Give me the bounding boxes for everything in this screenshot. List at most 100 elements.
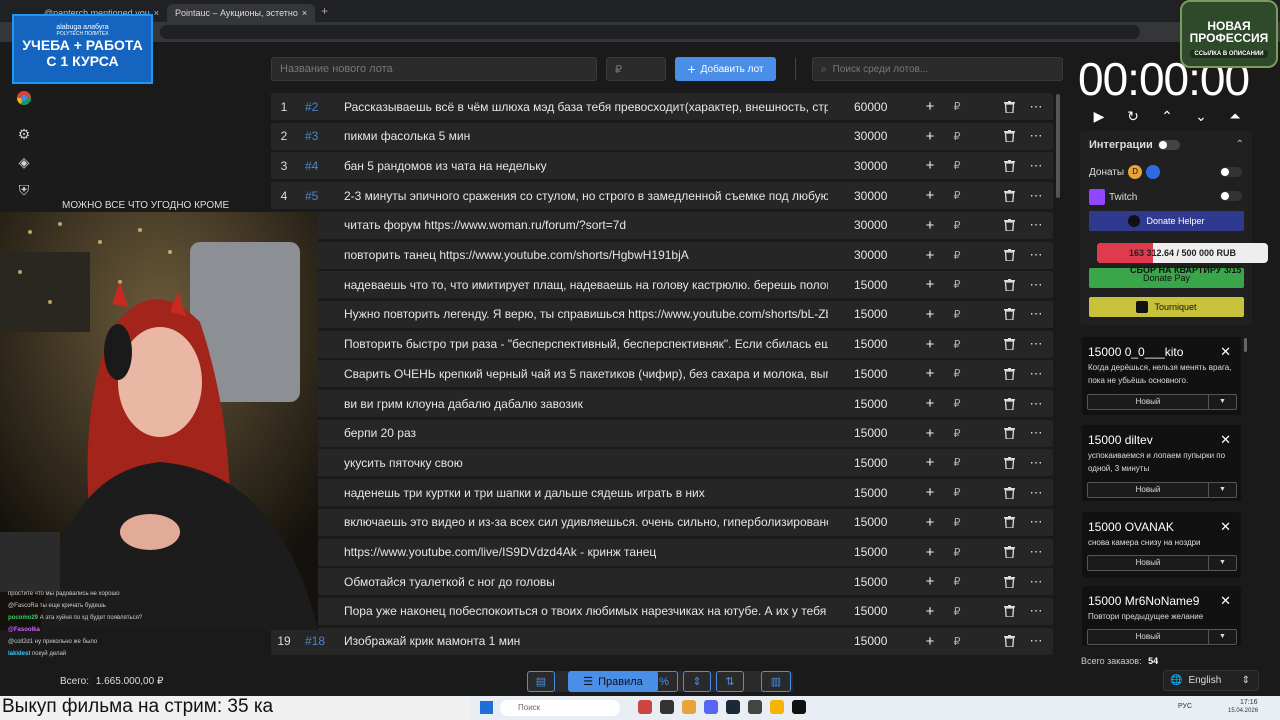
lot-amount[interactable]: 15000 bbox=[828, 486, 898, 500]
close-icon[interactable]: × bbox=[154, 8, 159, 18]
ruble-icon[interactable]: ₽ bbox=[951, 159, 963, 172]
integrations-toggle[interactable] bbox=[1158, 140, 1180, 150]
more-icon[interactable]: ⋯ bbox=[1029, 396, 1043, 412]
ruble-icon[interactable]: ₽ bbox=[951, 367, 963, 380]
layers-icon[interactable]: ◈ bbox=[14, 152, 34, 172]
more-icon[interactable]: ⋯ bbox=[1029, 603, 1043, 619]
lot-amount[interactable]: 15000 bbox=[828, 515, 898, 529]
lot-title[interactable]: пикми фасолька 5 мин bbox=[344, 129, 828, 143]
lot-amount[interactable]: 30000 bbox=[828, 248, 898, 262]
lot-amount[interactable]: 30000 bbox=[828, 129, 898, 143]
plus-icon[interactable]: + bbox=[923, 98, 937, 115]
more-icon[interactable]: ⋯ bbox=[1029, 574, 1043, 590]
ruble-icon[interactable]: ₽ bbox=[951, 456, 963, 469]
ruble-icon[interactable]: ₽ bbox=[951, 338, 963, 351]
lot-amount[interactable]: 15000 bbox=[828, 337, 898, 351]
lot-row[interactable]: 2укусить пяточку свою15000+₽⋯ bbox=[271, 449, 1053, 477]
plus-icon[interactable]: + bbox=[923, 573, 937, 590]
trash-icon[interactable] bbox=[1002, 219, 1016, 232]
more-icon[interactable]: ⋯ bbox=[1029, 633, 1043, 649]
lot-title[interactable]: включаешь это видео и из-за всех сил уди… bbox=[344, 515, 828, 529]
delete-all-icon[interactable]: ▥ bbox=[761, 671, 791, 692]
more-icon[interactable]: ⋯ bbox=[1029, 544, 1043, 560]
lot-amount[interactable]: 30000 bbox=[828, 218, 898, 232]
play-icon[interactable]: ▶ bbox=[1089, 106, 1109, 126]
lot-number[interactable]: #3 bbox=[297, 129, 344, 143]
lot-amount[interactable]: 15000 bbox=[828, 307, 898, 321]
app-icon[interactable] bbox=[704, 700, 718, 714]
plus-icon[interactable]: + bbox=[923, 306, 937, 323]
plus-icon[interactable]: + bbox=[923, 128, 937, 145]
lot-row[interactable]: 6Обмотайся туалеткой с ног до головы1500… bbox=[271, 568, 1053, 596]
trash-icon[interactable] bbox=[1002, 546, 1016, 558]
chevron-down-icon[interactable]: ▼ bbox=[1208, 483, 1236, 497]
lot-search-input[interactable]: ⌕ Поиск среди лотов... bbox=[812, 57, 1063, 81]
lot-amount[interactable]: 15000 bbox=[828, 426, 898, 440]
lot-title[interactable]: берпи 20 раз bbox=[344, 426, 828, 440]
close-icon[interactable]: × bbox=[302, 8, 307, 18]
ruble-icon[interactable]: ₽ bbox=[951, 575, 963, 588]
lot-row[interactable]: 04читать форум https://www.woman.ru/foru… bbox=[271, 211, 1053, 239]
lot-amount[interactable]: 15000 bbox=[828, 545, 898, 559]
trash-icon[interactable] bbox=[1002, 249, 1016, 261]
app-icon[interactable] bbox=[660, 700, 674, 714]
app-icon[interactable] bbox=[792, 700, 806, 714]
lot-row[interactable]: Повторить быстро три раза - "бесперспект… bbox=[271, 330, 1053, 358]
lot-number[interactable]: #18 bbox=[297, 634, 344, 648]
trash-icon[interactable] bbox=[1002, 427, 1016, 440]
chevron-down-icon[interactable]: ▼ bbox=[1208, 556, 1236, 570]
plus-icon[interactable]: + bbox=[923, 425, 937, 442]
lot-title[interactable]: https://www.youtube.com/live/IS9DVdzd4Ak… bbox=[344, 545, 828, 559]
app-icon[interactable] bbox=[770, 700, 784, 714]
trash-icon[interactable] bbox=[1002, 278, 1016, 291]
gear-icon[interactable]: ⚙ bbox=[14, 124, 34, 144]
plus-icon[interactable]: + bbox=[923, 217, 937, 234]
ruble-icon[interactable]: ₽ bbox=[951, 249, 963, 262]
trash-icon[interactable] bbox=[1002, 605, 1016, 618]
plus-icon[interactable]: + bbox=[923, 603, 937, 620]
double-chevron-up-icon[interactable]: ⏶ bbox=[1225, 106, 1245, 126]
app-icon[interactable] bbox=[726, 700, 740, 714]
order-status-select[interactable]: Новый ▼ bbox=[1087, 482, 1237, 498]
new-tab-icon[interactable]: + bbox=[321, 4, 328, 18]
chevron-down-icon[interactable]: ▼ bbox=[1208, 395, 1236, 409]
percent-icon[interactable]: % bbox=[650, 671, 678, 692]
trash-icon[interactable] bbox=[1002, 338, 1016, 351]
trash-icon[interactable] bbox=[1002, 367, 1016, 380]
lot-amount[interactable]: 15000 bbox=[828, 634, 898, 648]
order-status-select[interactable]: Новый ▼ bbox=[1087, 394, 1237, 410]
plus-icon[interactable]: + bbox=[923, 336, 937, 353]
chat-username[interactable]: lakidest bbox=[8, 651, 30, 657]
orders-scrollbar[interactable] bbox=[1244, 338, 1247, 352]
lot-title[interactable]: укусить пяточку свою bbox=[344, 456, 828, 470]
app-icon[interactable] bbox=[638, 700, 652, 714]
trash-icon[interactable] bbox=[1002, 456, 1016, 469]
lot-number[interactable]: #5 bbox=[297, 189, 344, 203]
ruble-icon[interactable]: ₽ bbox=[951, 605, 963, 618]
lot-title[interactable]: Обмотайся туалеткой с ног до головы bbox=[344, 575, 828, 589]
ruble-icon[interactable]: ₽ bbox=[951, 635, 963, 648]
ruble-icon[interactable]: ₽ bbox=[951, 516, 963, 529]
more-icon[interactable]: ⋯ bbox=[1029, 306, 1043, 322]
lot-title[interactable]: Нужно повторить легенду. Я верю, ты спра… bbox=[344, 307, 828, 321]
plus-icon[interactable]: + bbox=[923, 454, 937, 471]
lot-title[interactable]: 2-3 минуты эпичного сражения со стулом, … bbox=[344, 189, 828, 203]
more-icon[interactable]: ⋯ bbox=[1029, 217, 1043, 233]
order-status-select[interactable]: Новый ▼ bbox=[1087, 629, 1237, 645]
lot-amount[interactable]: 15000 bbox=[828, 278, 898, 292]
ruble-icon[interactable]: ₽ bbox=[951, 397, 963, 410]
save-icon[interactable]: ▤ bbox=[527, 671, 555, 692]
close-icon[interactable]: ✕ bbox=[1220, 344, 1231, 360]
trash-icon[interactable] bbox=[1002, 397, 1016, 410]
more-icon[interactable]: ⋯ bbox=[1029, 128, 1043, 144]
lot-amount[interactable]: 15000 bbox=[828, 456, 898, 470]
plus-icon[interactable]: + bbox=[923, 247, 937, 264]
chevron-up-icon[interactable]: ⌃ bbox=[1236, 139, 1244, 150]
more-icon[interactable]: ⋯ bbox=[1029, 455, 1043, 471]
lot-row[interactable]: https://www.youtube.com/live/IS9DVdzd4Ak… bbox=[271, 538, 1053, 566]
lot-row[interactable]: 7Пора уже наконец побеспокоиться о твоих… bbox=[271, 597, 1053, 625]
chevron-up-icon[interactable]: ⌃ bbox=[1157, 106, 1177, 126]
tourniquet-button[interactable]: Tourniquet bbox=[1089, 297, 1244, 317]
ruble-icon[interactable]: ₽ bbox=[951, 546, 963, 559]
lot-number[interactable]: #4 bbox=[297, 159, 344, 173]
